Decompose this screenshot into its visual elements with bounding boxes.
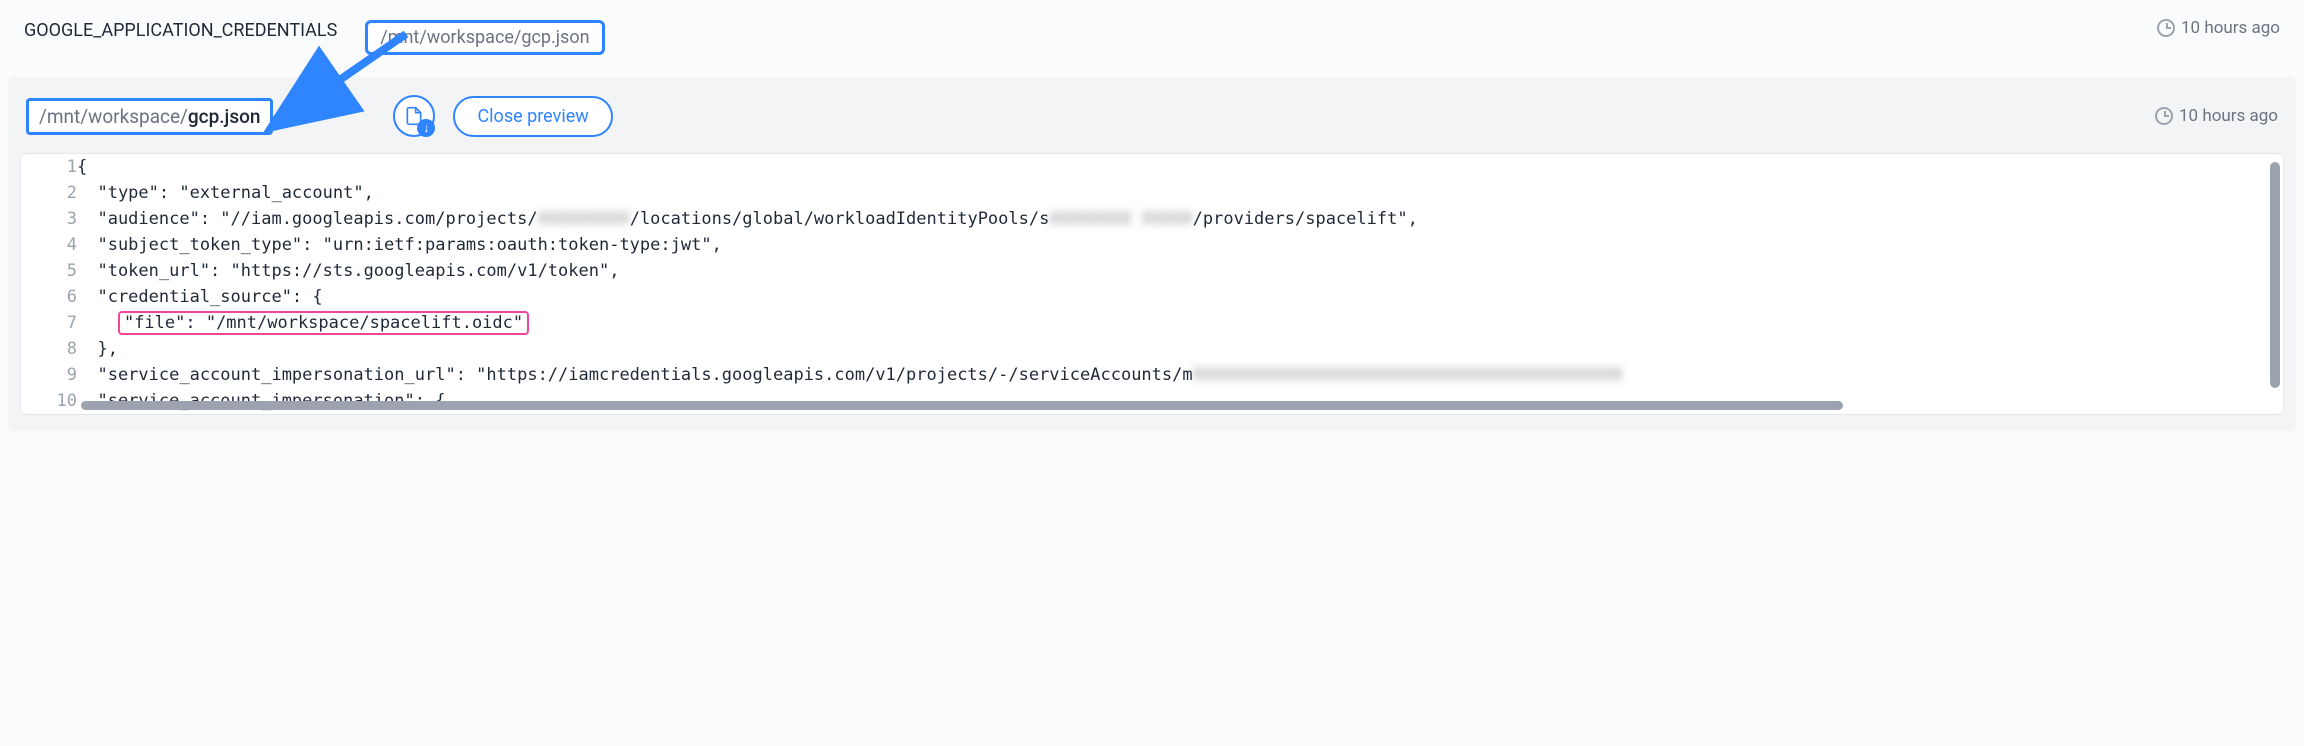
code-content[interactable]: "audience": "//iam.googleapis.com/projec…	[77, 206, 2283, 232]
env-var-value-callout: /mnt/workspace/gcp.json	[365, 20, 604, 55]
timestamp-top: 10 hours ago	[2157, 18, 2280, 38]
code-line: 3 "audience": "//iam.googleapis.com/proj…	[21, 206, 2283, 232]
code-content[interactable]: "type": "external_account",	[77, 180, 2283, 206]
panel-header-left: /mnt/workspace/gcp.json ↓ Close preview	[26, 95, 613, 137]
code-line: 2 "type": "external_account",	[21, 180, 2283, 206]
highlighted-span: "file": "/mnt/workspace/spacelift.oidc"	[118, 311, 529, 335]
line-number: 6	[21, 284, 77, 310]
env-var-left: GOOGLE_APPLICATION_CREDENTIALS /mnt/work…	[24, 18, 605, 55]
code-content[interactable]: {	[77, 154, 2283, 180]
line-number: 7	[21, 310, 77, 336]
vertical-scrollbar[interactable]	[2270, 162, 2280, 388]
header-buttons: ↓ Close preview	[393, 95, 612, 137]
download-badge-icon: ↓	[417, 119, 435, 137]
download-file-button[interactable]: ↓	[393, 95, 435, 137]
redacted-span: XXXXXXXX XXXXX	[1049, 209, 1192, 229]
env-var-row: GOOGLE_APPLICATION_CREDENTIALS /mnt/work…	[8, 8, 2296, 77]
code-line: 6 "credential_source": {	[21, 284, 2283, 310]
code-content[interactable]: "file": "/mnt/workspace/spacelift.oidc"	[77, 310, 2283, 336]
line-number: 4	[21, 232, 77, 258]
code-line: 5 "token_url": "https://sts.googleapis.c…	[21, 258, 2283, 284]
code-line: 4 "subject_token_type": "urn:ietf:params…	[21, 232, 2283, 258]
code-content[interactable]: "token_url": "https://sts.googleapis.com…	[77, 258, 2283, 284]
redacted-span: XXXXXXXXX	[538, 209, 630, 229]
code-table: 1{2 "type": "external_account",3 "audien…	[21, 154, 2283, 414]
file-path-box: /mnt/workspace/gcp.json	[26, 98, 273, 135]
code-content[interactable]: "service_account_impersonation_url": "ht…	[77, 362, 2283, 388]
code-content[interactable]: "subject_token_type": "urn:ietf:params:o…	[77, 232, 2283, 258]
file-preview-panel: /mnt/workspace/gcp.json ↓ Close preview …	[8, 77, 2296, 431]
clock-icon	[2157, 19, 2175, 37]
line-number: 1	[21, 154, 77, 180]
horizontal-scrollbar[interactable]	[81, 401, 1843, 410]
code-line: 1{	[21, 154, 2283, 180]
panel-header: /mnt/workspace/gcp.json ↓ Close preview …	[20, 87, 2284, 153]
line-number: 3	[21, 206, 77, 232]
env-var-name: GOOGLE_APPLICATION_CREDENTIALS	[24, 18, 337, 43]
code-viewer: 1{2 "type": "external_account",3 "audien…	[20, 153, 2284, 415]
redacted-span: XXXXXXXXXXXXXXXXXXXXXXXXXXXXXXXXXXXXXXXX…	[1193, 365, 1623, 385]
line-number: 5	[21, 258, 77, 284]
line-number: 2	[21, 180, 77, 206]
path-prefix: /mnt/workspace/	[39, 105, 188, 128]
timestamp-panel: 10 hours ago	[2155, 106, 2278, 126]
timestamp-text: 10 hours ago	[2179, 106, 2278, 126]
code-line: 8 },	[21, 336, 2283, 362]
close-preview-button[interactable]: Close preview	[453, 96, 612, 137]
line-number: 9	[21, 362, 77, 388]
timestamp-text: 10 hours ago	[2181, 18, 2280, 38]
clock-icon	[2155, 107, 2173, 125]
code-content[interactable]: "credential_source": {	[77, 284, 2283, 310]
line-number: 10	[21, 388, 77, 414]
code-line: 7 "file": "/mnt/workspace/spacelift.oidc…	[21, 310, 2283, 336]
path-filename: gcp.json	[188, 105, 261, 128]
code-line: 9 "service_account_impersonation_url": "…	[21, 362, 2283, 388]
code-scroll[interactable]: 1{2 "type": "external_account",3 "audien…	[21, 154, 2283, 414]
code-content[interactable]: },	[77, 336, 2283, 362]
line-number: 8	[21, 336, 77, 362]
